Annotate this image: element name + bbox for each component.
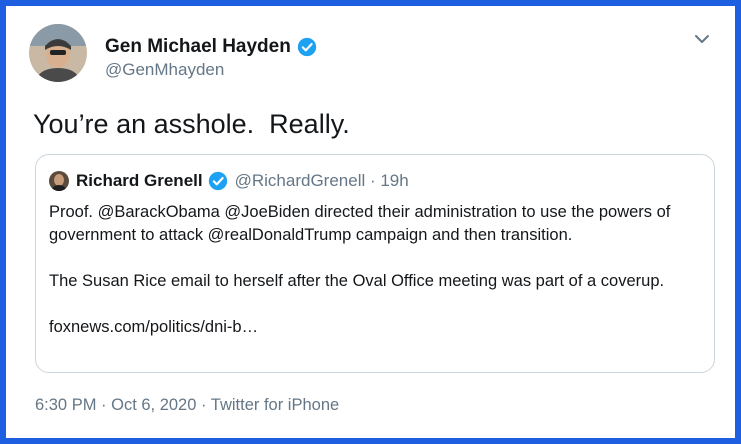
tweet-timestamp[interactable]: 6:30 PM · Oct 6, 2020 · Twitter for iPho… — [35, 396, 339, 415]
quoted-author-avatar[interactable] — [49, 171, 69, 191]
quoted-link[interactable]: foxnews.com/politics/dni-b… — [49, 316, 704, 339]
verified-badge-icon — [208, 171, 227, 191]
author-handle[interactable]: @GenMhayden — [105, 60, 224, 80]
author-name-row[interactable]: Gen Michael Hayden — [105, 36, 317, 58]
quoted-avatar-image — [49, 171, 69, 191]
author-avatar[interactable] — [29, 24, 87, 82]
quoted-tweet[interactable]: Richard Grenell @RichardGrenell · 19h Pr… — [35, 154, 715, 373]
author-name[interactable]: Gen Michael Hayden — [105, 36, 291, 58]
quoted-tweet-body: Proof. @BarackObama @JoeBiden directed t… — [49, 201, 704, 339]
tweet-text: You’re an asshole. Really. — [33, 109, 350, 139]
avatar-image — [29, 24, 87, 82]
quoted-paragraph: The Susan Rice email to herself after th… — [49, 272, 665, 290]
verified-badge-icon — [297, 37, 317, 57]
tweet-card: Gen Michael Hayden @GenMhayden You’re an… — [0, 0, 741, 444]
chevron-down-icon[interactable] — [693, 32, 711, 46]
quoted-paragraph: Proof. @BarackObama @JoeBiden directed t… — [49, 203, 671, 244]
quoted-handle-time: @RichardGrenell · 19h — [234, 171, 409, 190]
quoted-author-name[interactable]: Richard Grenell — [76, 171, 203, 191]
quoted-tweet-header: Richard Grenell @RichardGrenell · 19h — [49, 171, 409, 191]
